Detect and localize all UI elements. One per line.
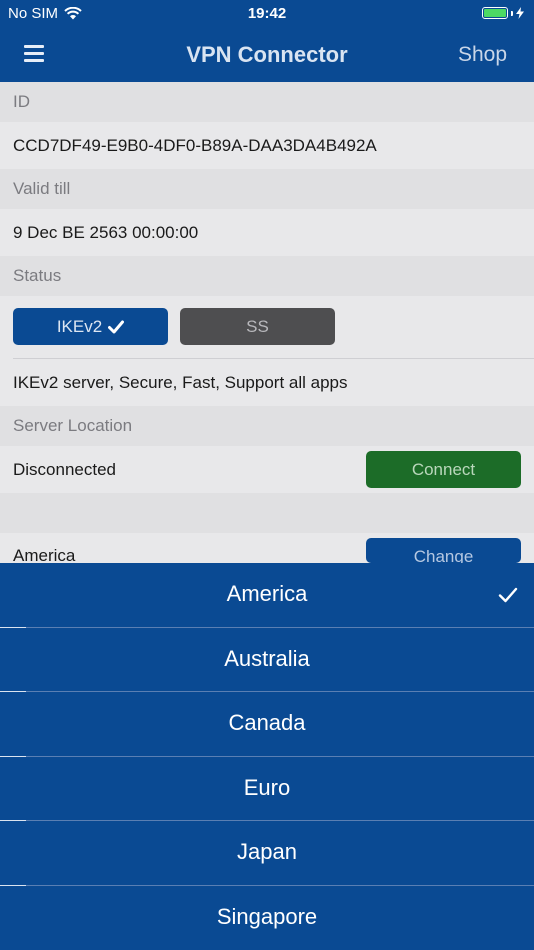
shop-button[interactable]: Shop [458, 43, 507, 67]
navigation-bar: VPN Connector Shop [0, 28, 534, 82]
change-location-button[interactable]: Change [366, 538, 521, 566]
battery-icon [482, 7, 524, 19]
location-option-singapore[interactable]: Singapore [0, 886, 534, 950]
protocol-description: IKEv2 server, Secure, Fast, Support all … [0, 359, 534, 406]
location-option-canada[interactable]: Canada [0, 692, 534, 756]
location-option-label: America [226, 581, 308, 606]
ss-button[interactable]: SS [180, 308, 335, 345]
status-section-header: Status [0, 256, 534, 296]
ss-label: SS [246, 316, 269, 336]
ikev2-button[interactable]: IKEv2 [13, 308, 168, 345]
location-option-label: Japan [237, 839, 297, 864]
valid-till-section-header: Valid till [0, 169, 534, 209]
location-option-euro[interactable]: Euro [0, 757, 534, 821]
location-option-label: Canada [228, 710, 306, 735]
location-option-label: Australia [224, 646, 310, 671]
selected-checkmark-icon [498, 563, 518, 625]
location-option-label: Euro [243, 775, 291, 800]
clock: 19:42 [247, 5, 287, 22]
spacer-section [0, 493, 534, 533]
checkmark-icon [108, 320, 125, 333]
charging-bolt-icon [516, 7, 524, 19]
location-option-japan[interactable]: Japan [0, 821, 534, 885]
location-option-label: Singapore [216, 904, 318, 929]
id-value: CCD7DF49-E9B0-4DF0-B89A-DAA3DA4B492A [0, 122, 534, 169]
id-section-header: ID [0, 82, 534, 122]
valid-till-value: 9 Dec BE 2563 00:00:00 [0, 209, 534, 256]
ikev2-label: IKEv2 [56, 316, 103, 336]
server-location-section-header: Server Location [0, 406, 534, 446]
connect-button[interactable]: Connect [366, 451, 521, 488]
location-picker: America Australia Canada Euro Japan Sing… [0, 563, 534, 950]
location-option-australia[interactable]: Australia [0, 628, 534, 692]
status-bar: No SIM 19:42 [0, 0, 534, 28]
page-title: VPN Connector [186, 42, 348, 67]
location-option-america[interactable]: America [0, 563, 534, 627]
